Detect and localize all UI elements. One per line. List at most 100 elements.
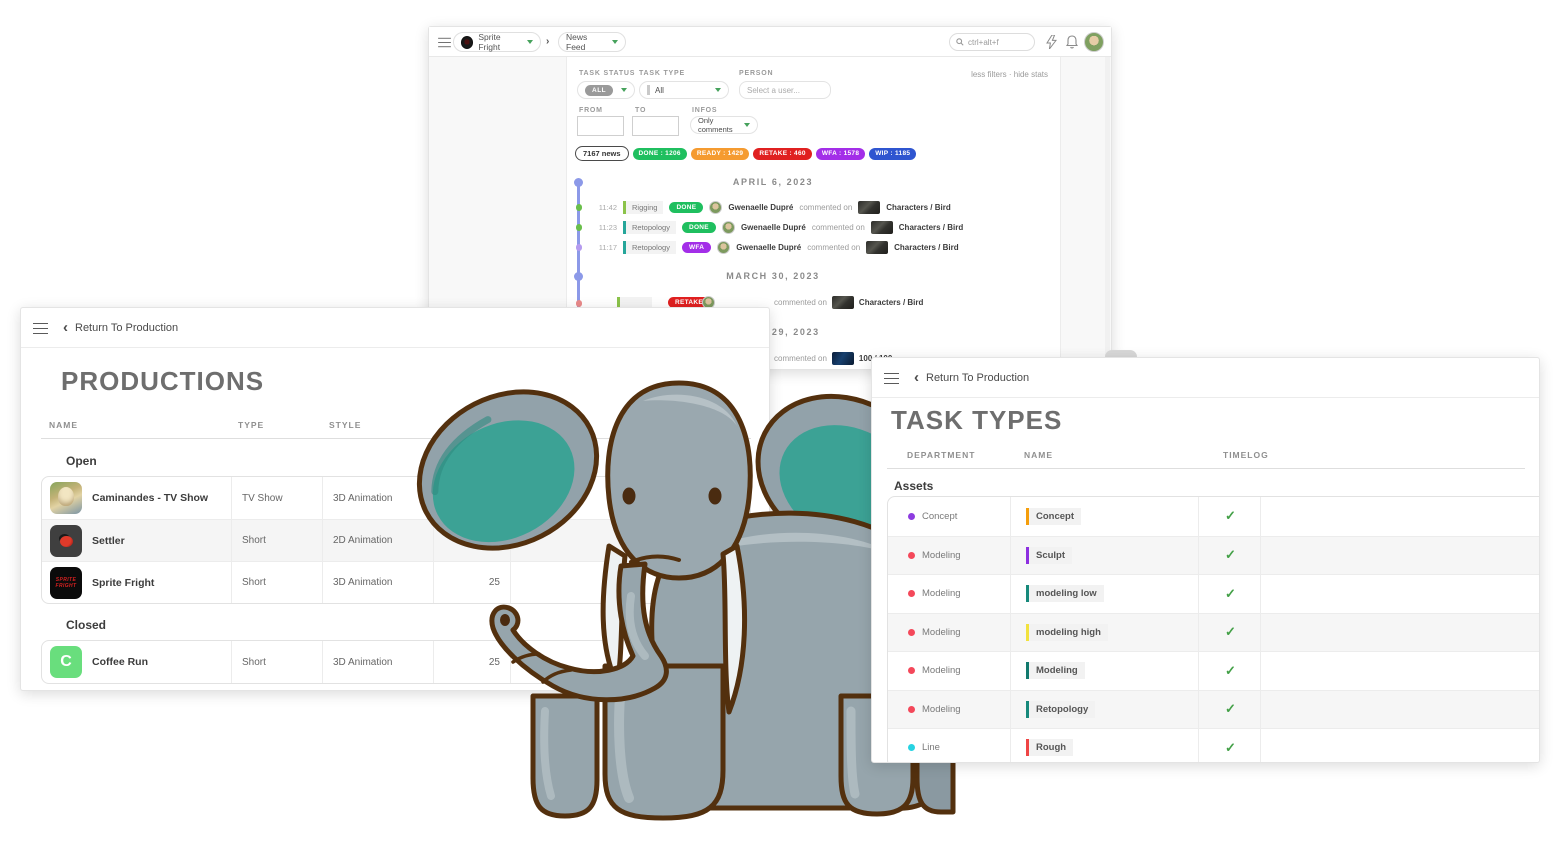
column-header-timelog[interactable]: TIMELOG xyxy=(1197,450,1259,460)
task-type-label: Retopology xyxy=(626,243,676,252)
task-name-chip: modeling high xyxy=(1026,624,1108,641)
task-type-select[interactable]: All xyxy=(639,81,729,99)
tasktypes-window: ‹ Return To Production TASK TYPES DEPART… xyxy=(871,357,1540,763)
entity-name: Characters / Bird xyxy=(859,298,923,307)
department-name: Modeling xyxy=(922,665,961,676)
department-name: Modeling xyxy=(922,704,961,715)
page-select[interactable]: News Feed xyxy=(558,32,626,52)
production-name: Caminandes - TV Show xyxy=(92,492,208,504)
to-date-input[interactable] xyxy=(632,116,679,136)
entry-time: 11:42 xyxy=(595,203,617,212)
task-type-row[interactable]: ModelingModeling✓ xyxy=(888,651,1540,690)
return-to-production-link[interactable]: ‹ Return To Production xyxy=(63,322,178,334)
infos-select[interactable]: Only comments xyxy=(690,116,758,134)
task-type-label: Rigging xyxy=(626,203,663,212)
task-status-select[interactable]: ALL xyxy=(577,81,635,99)
department-name: Line xyxy=(922,742,940,753)
status-count-badge[interactable]: WFA : 1578 xyxy=(816,148,865,160)
column-header-type[interactable]: TYPE xyxy=(230,420,321,430)
column-header-name[interactable]: NAME xyxy=(1009,450,1197,460)
feed-entry[interactable]: 11:23RetopologyDONEGwenaelle Duprécommen… xyxy=(567,217,979,237)
timeline-entry-dot-icon xyxy=(576,300,583,307)
search-placeholder: ctrl+alt+f xyxy=(968,38,999,47)
department-cell: Concept xyxy=(888,497,1010,536)
return-link-label: Return To Production xyxy=(926,372,1029,384)
department-name: Concept xyxy=(922,511,957,522)
status-count-badge[interactable]: WIP : 1185 xyxy=(869,148,916,160)
menu-icon[interactable] xyxy=(438,38,451,47)
person-input[interactable]: Select a user... xyxy=(739,81,831,99)
news-total-badge[interactable]: 7167 news xyxy=(575,146,629,161)
user-avatar[interactable] xyxy=(1084,32,1104,52)
task-type-row[interactable]: ModelingSculpt✓ xyxy=(888,536,1540,575)
timelog-check-cell: ✓ xyxy=(1198,691,1260,729)
task-type-row[interactable]: Modeling Retopology✓ xyxy=(888,690,1540,729)
task-type-row[interactable]: Concept Concept ✓ xyxy=(888,497,1540,536)
tasktypes-header: ‹ Return To Production xyxy=(872,358,1539,398)
status-count-badge[interactable]: DONE : 1206 xyxy=(633,148,687,160)
entry-action-text: commented on xyxy=(774,354,827,363)
page-title: TASK TYPES xyxy=(891,405,1062,436)
production-thumbnail-text: C xyxy=(60,653,72,671)
task-type-row[interactable]: Modeling modeling high ✓ xyxy=(888,613,1540,652)
page-select-value: News Feed xyxy=(566,32,607,52)
timelog-check-cell: ✓ xyxy=(1198,537,1260,575)
task-type-value: All xyxy=(655,86,664,95)
status-badge: WFA xyxy=(682,242,711,253)
commenter-name: Gwenaelle Dupré xyxy=(728,203,793,212)
less-filters-link[interactable]: less filters · hide stats xyxy=(971,70,1048,79)
from-date-input[interactable] xyxy=(577,116,624,136)
production-select[interactable]: Sprite Fright xyxy=(453,32,541,52)
task-extra-cell xyxy=(1260,691,1540,729)
return-link-label: Return To Production xyxy=(75,322,178,334)
section-open-label: Open xyxy=(66,454,97,468)
status-count-badge[interactable]: READY : 1429 xyxy=(691,148,749,160)
section-assets-label: Assets xyxy=(894,479,933,493)
task-name-cell: Retopology xyxy=(1010,691,1198,729)
check-icon: ✓ xyxy=(1225,624,1236,640)
task-extra-cell xyxy=(1260,614,1540,652)
chevron-down-icon xyxy=(612,40,618,44)
task-name-label: Concept xyxy=(1029,508,1081,525)
feed-entry[interactable]: 11:17RetopologyWFAGwenaelle Duprécomment… xyxy=(567,237,979,257)
department-color-dot xyxy=(908,706,915,713)
feed-entry[interactable]: 11:42RiggingDONEGwenaelle Duprécommented… xyxy=(567,197,979,217)
column-header-name[interactable]: NAME xyxy=(41,420,230,430)
production-name: Settler xyxy=(92,535,125,547)
stats-row: 7167 news DONE : 1206 READY : 1429 RETAKE … xyxy=(575,146,916,161)
production-type-cell: TV Show xyxy=(231,477,322,519)
scrollbar[interactable] xyxy=(1105,57,1110,368)
tasktypes-column-headers: DEPARTMENT NAME TIMELOG xyxy=(887,450,1539,460)
task-name-chip: Modeling xyxy=(1026,662,1085,679)
task-extra-cell xyxy=(1260,537,1540,575)
entry-action-text: commented on xyxy=(807,243,860,252)
production-name-cell: Caminandes - TV Show xyxy=(42,477,231,519)
menu-icon[interactable] xyxy=(33,323,48,334)
commenter-name: Gwenaelle Dupré xyxy=(736,243,801,252)
column-header-department[interactable]: DEPARTMENT xyxy=(887,450,1009,460)
department-color-dot xyxy=(908,629,915,636)
task-type-color-bar xyxy=(647,85,650,95)
task-type-row[interactable]: Modelingmodeling low✓ xyxy=(888,574,1540,613)
department-name: Modeling xyxy=(922,550,961,561)
search-input[interactable]: ctrl+alt+f xyxy=(949,33,1035,51)
production-type-cell: Short xyxy=(231,520,322,561)
entry-action-text: commented on xyxy=(799,203,852,212)
task-type-row[interactable]: LineRough✓ xyxy=(888,728,1540,763)
task-name-label: Modeling xyxy=(1029,662,1085,679)
task-extra-cell xyxy=(1260,729,1540,763)
department-color-dot xyxy=(908,590,915,597)
commenter-name: Gwenaelle Dupré xyxy=(741,223,806,232)
menu-icon[interactable] xyxy=(884,373,899,384)
department-cell: Modeling xyxy=(888,614,1010,652)
entity-thumbnail xyxy=(866,241,888,254)
production-type-cell: Short xyxy=(231,562,322,603)
lightning-icon[interactable] xyxy=(1046,35,1057,49)
department-name: Modeling xyxy=(922,588,961,599)
status-count-badge[interactable]: RETAKE : 460 xyxy=(753,148,811,160)
feed-date-heading: MARCH 30, 2023 xyxy=(567,271,979,283)
return-to-production-link[interactable]: ‹ Return To Production xyxy=(914,372,1029,384)
check-icon: ✓ xyxy=(1225,508,1236,524)
task-type-chip: Retopology xyxy=(623,221,676,234)
bell-icon[interactable] xyxy=(1066,35,1078,49)
